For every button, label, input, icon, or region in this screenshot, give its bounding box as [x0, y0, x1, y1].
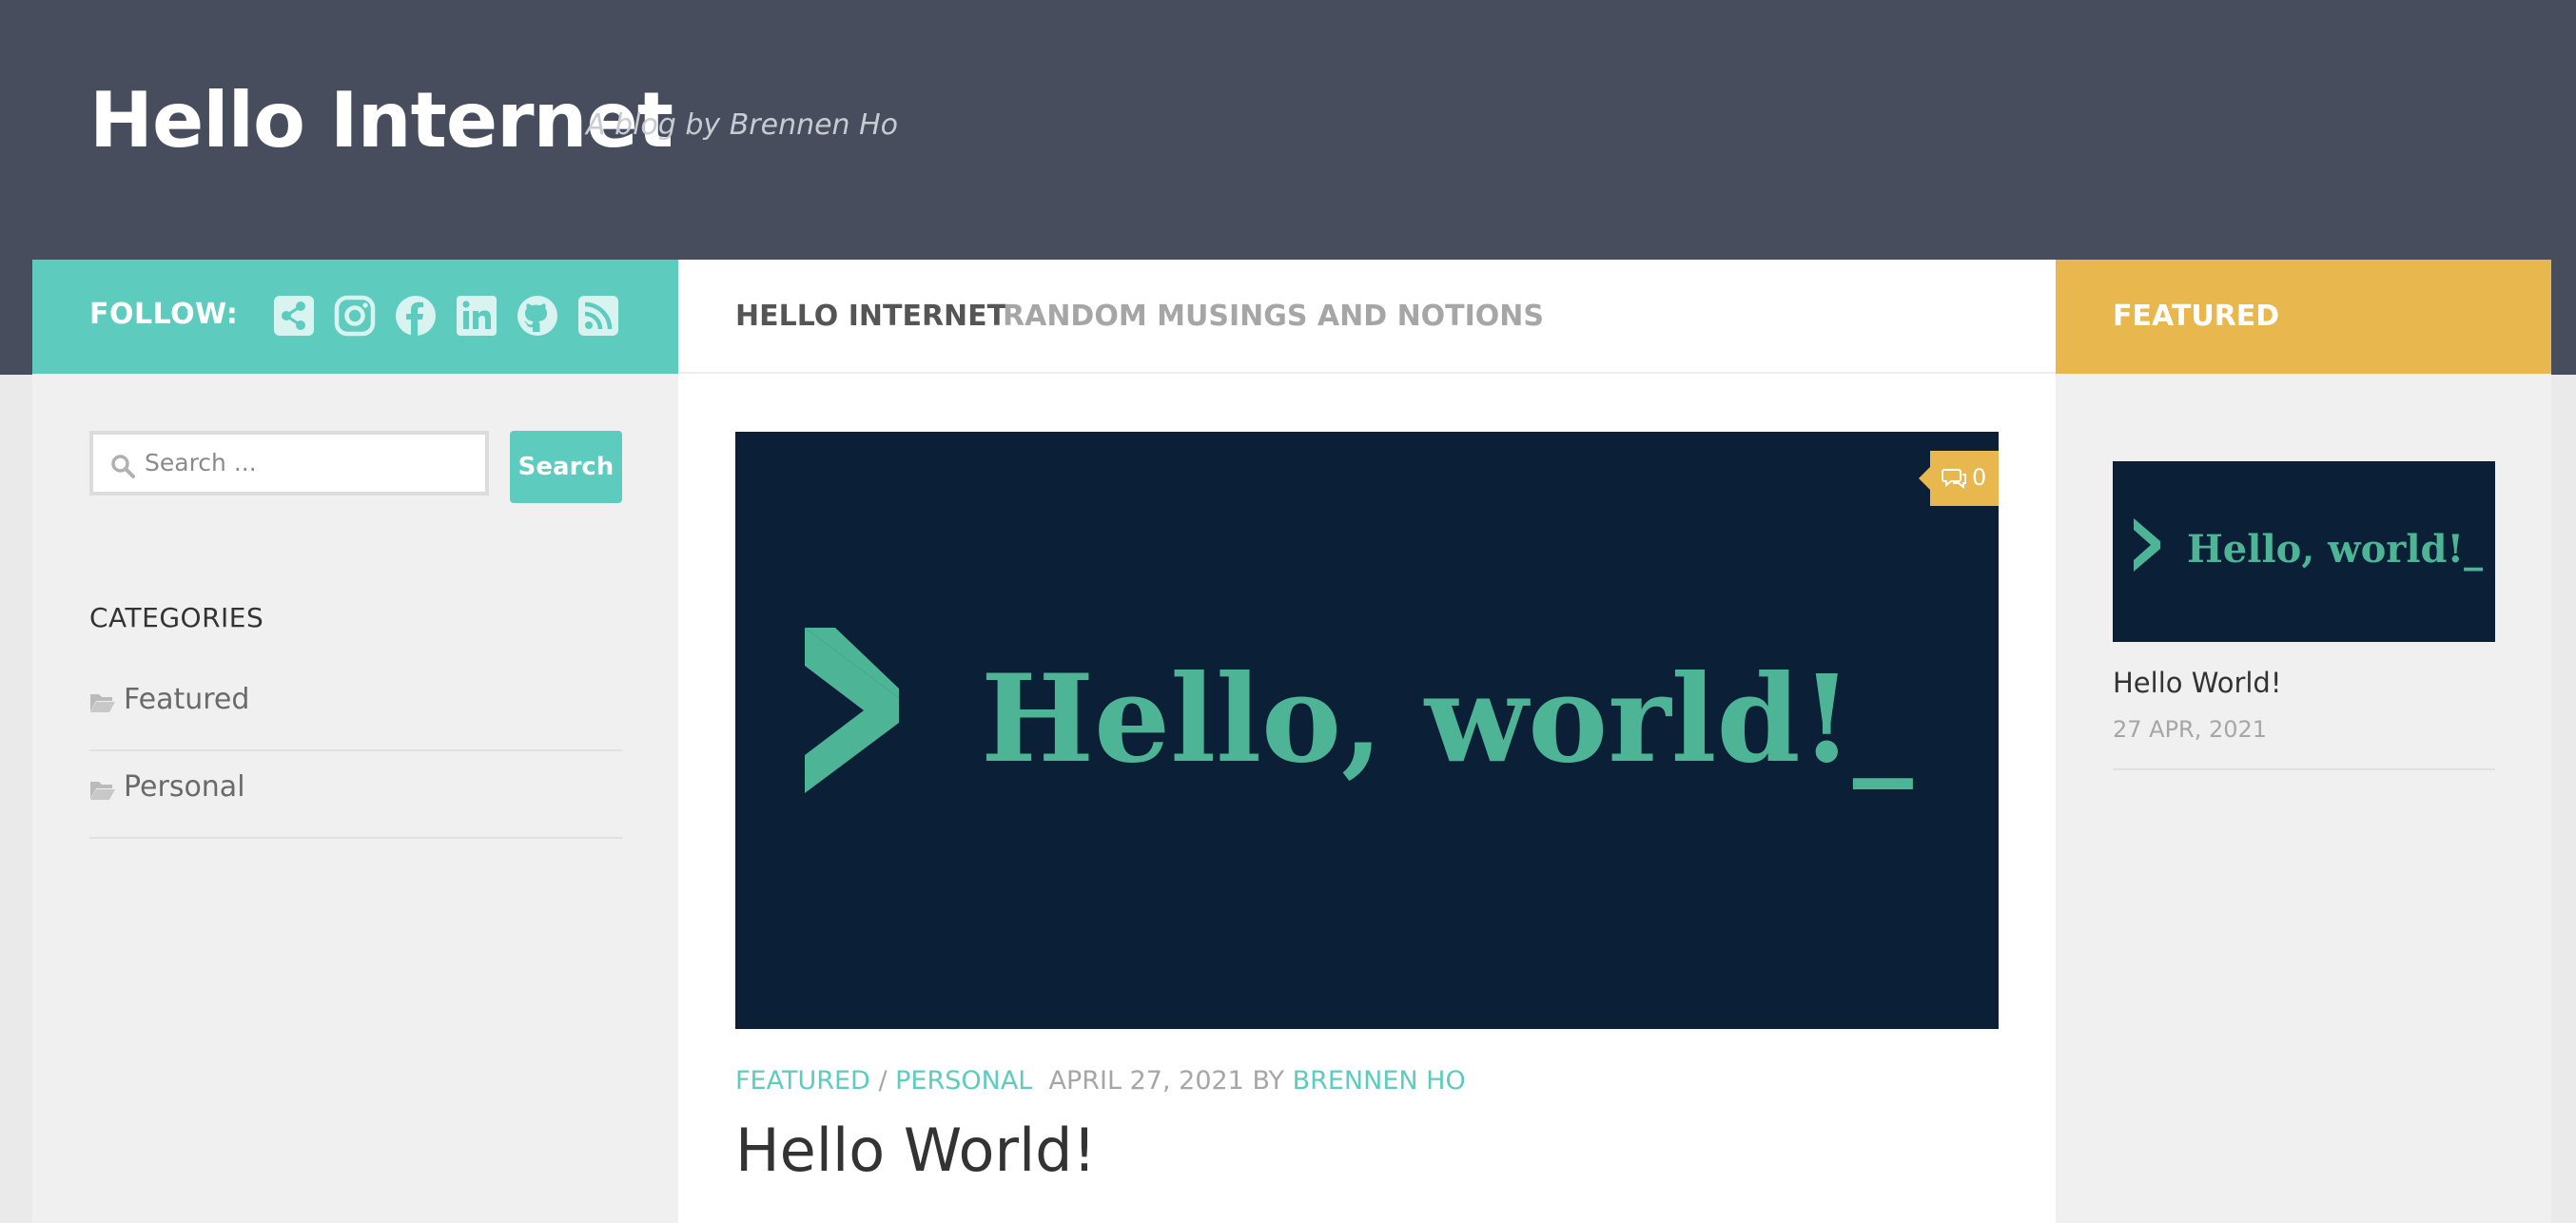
post-featured-image[interactable]: Hello, world!_ 0: [735, 432, 1999, 1029]
folder-open-icon: [90, 782, 115, 800]
category-item-featured[interactable]: Featured: [89, 664, 622, 751]
search-icon: [111, 455, 135, 478]
comment-count: 0: [1972, 464, 1987, 491]
site-tagline: A blog by Brennen Ho: [586, 108, 899, 142]
category-label[interactable]: Featured: [124, 683, 249, 716]
category-item-personal[interactable]: Personal: [89, 751, 622, 839]
featured-header: FEATURED: [2056, 260, 2551, 374]
linkedin-icon[interactable]: [455, 294, 498, 338]
comment-count-badge[interactable]: 0: [1919, 451, 1999, 506]
right-sidebar: FEATURED Hello, world!_ Hello World! 27 …: [2056, 260, 2551, 1223]
main-wrapper: FOLLOW: Search ... Search CATEGORIES Fea…: [32, 260, 2551, 1223]
featured-post-title[interactable]: Hello World!: [2113, 667, 2281, 699]
category-separator: /: [878, 1066, 888, 1096]
follow-bar: FOLLOW:: [32, 260, 678, 374]
post-date: APRIL 27, 2021: [1048, 1066, 1244, 1096]
post-meta: FEATURED / PERSONAL APRIL 27, 2021 BY BR…: [735, 1066, 1466, 1096]
folder-open-icon: [90, 694, 115, 712]
featured-post-thumbnail[interactable]: Hello, world!_: [2113, 461, 2495, 642]
facebook-icon[interactable]: [394, 294, 438, 338]
main-content: HELLO INTERNET RANDOM MUSINGS AND NOTION…: [678, 260, 2056, 1223]
post-title[interactable]: Hello World!: [735, 1116, 1096, 1185]
page-header: HELLO INTERNET RANDOM MUSINGS AND NOTION…: [678, 260, 2056, 374]
category-label[interactable]: Personal: [124, 770, 245, 804]
post-author[interactable]: BRENNEN HO: [1293, 1066, 1466, 1096]
share-icon[interactable]: [272, 294, 316, 338]
search-input[interactable]: Search ...: [145, 435, 479, 492]
featured-image-text: Hello, world!_: [2187, 527, 2483, 572]
rss-icon[interactable]: [576, 294, 620, 338]
post-category-personal[interactable]: PERSONAL: [895, 1066, 1032, 1096]
featured-post-date: 27 APR, 2021: [2113, 716, 2268, 743]
left-sidebar: Search ... Search CATEGORIES Featured Pe…: [32, 374, 678, 1223]
github-icon[interactable]: [516, 294, 559, 338]
featured-heading: FEATURED: [2113, 300, 2280, 333]
search-button[interactable]: Search: [510, 431, 622, 503]
page-title: HELLO INTERNET: [735, 300, 1007, 333]
instagram-icon[interactable]: [333, 294, 377, 338]
comments-icon: [1942, 469, 1966, 490]
page-subtitle: RANDOM MUSINGS AND NOTIONS: [1003, 300, 1545, 333]
post-category-featured[interactable]: FEATURED: [735, 1066, 870, 1096]
categories-heading: CATEGORIES: [89, 602, 264, 633]
search-field[interactable]: Search ...: [89, 431, 489, 495]
post-image-text: Hello, world!_: [981, 649, 1913, 789]
follow-label: FOLLOW:: [89, 298, 239, 331]
post-by: BY: [1252, 1066, 1284, 1096]
divider: [2113, 768, 2495, 770]
